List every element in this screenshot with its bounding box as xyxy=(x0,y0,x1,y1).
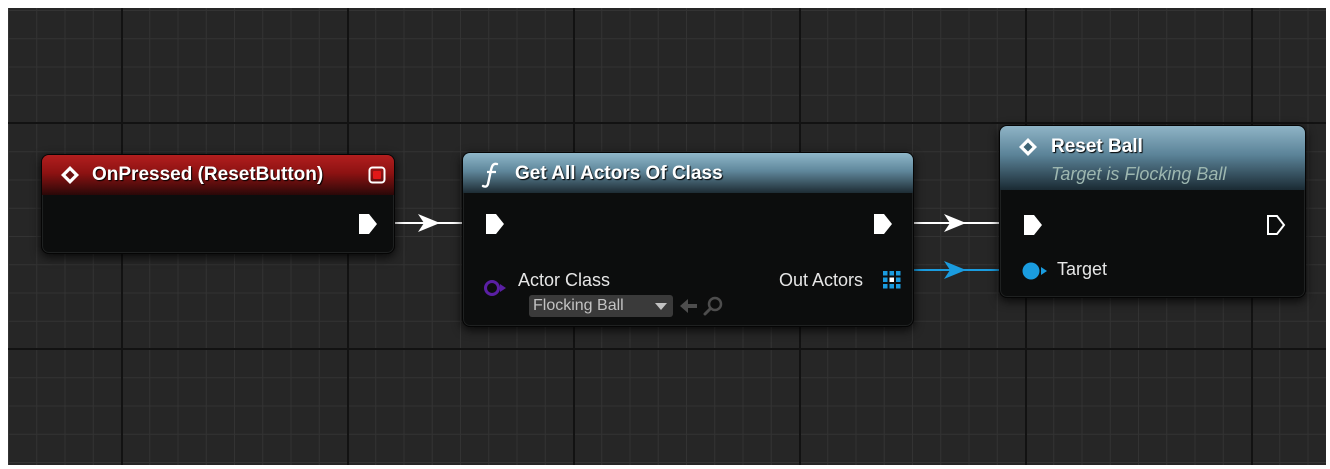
exec-out-pin-unconnected[interactable] xyxy=(1266,214,1286,236)
use-selected-arrow-icon[interactable] xyxy=(679,297,699,315)
reset-ball-function-node[interactable]: Reset Ball Target is Flocking Ball Targe… xyxy=(999,125,1306,298)
blueprint-graph-canvas[interactable]: OnPressed (ResetButton) Get All Actors O… xyxy=(8,8,1326,465)
out-actors-label: Out Actors xyxy=(779,270,864,290)
exec-out-pin[interactable] xyxy=(358,213,378,235)
event-diamond-icon xyxy=(61,166,79,184)
node-header[interactable]: Get All Actors Of Class xyxy=(463,153,913,193)
node-header[interactable]: Reset Ball Target is Flocking Ball xyxy=(1000,126,1305,190)
node-title: Get All Actors Of Class xyxy=(515,163,723,184)
node-header[interactable]: OnPressed (ResetButton) xyxy=(42,155,394,195)
array-grid-icon[interactable] xyxy=(883,271,901,289)
actor-class-value: Flocking Ball xyxy=(533,297,624,314)
browse-search-icon[interactable] xyxy=(703,296,725,316)
exec-in-pin[interactable] xyxy=(1023,214,1043,236)
target-pin[interactable] xyxy=(1021,261,1049,281)
exec-in-pin[interactable] xyxy=(485,213,505,235)
event-diamond-icon xyxy=(1019,138,1037,156)
exec-out-pin[interactable] xyxy=(873,213,893,235)
chevron-down-icon xyxy=(655,303,667,310)
actor-class-pin[interactable] xyxy=(483,278,509,298)
get-all-actors-of-class-node[interactable]: Get All Actors Of Class Actor Class Floc… xyxy=(462,152,914,327)
node-subtitle: Target is Flocking Ball xyxy=(1051,164,1227,184)
actor-class-dropdown[interactable]: Flocking Ball xyxy=(529,295,673,317)
delegate-pin-icon[interactable] xyxy=(368,166,386,184)
node-title: OnPressed (ResetButton) xyxy=(92,164,324,185)
on-pressed-event-node[interactable]: OnPressed (ResetButton) xyxy=(41,154,395,254)
node-title: Reset Ball xyxy=(1051,136,1143,157)
target-label: Target xyxy=(1057,259,1108,279)
actor-class-label: Actor Class xyxy=(518,270,611,290)
function-f-icon xyxy=(481,162,499,188)
